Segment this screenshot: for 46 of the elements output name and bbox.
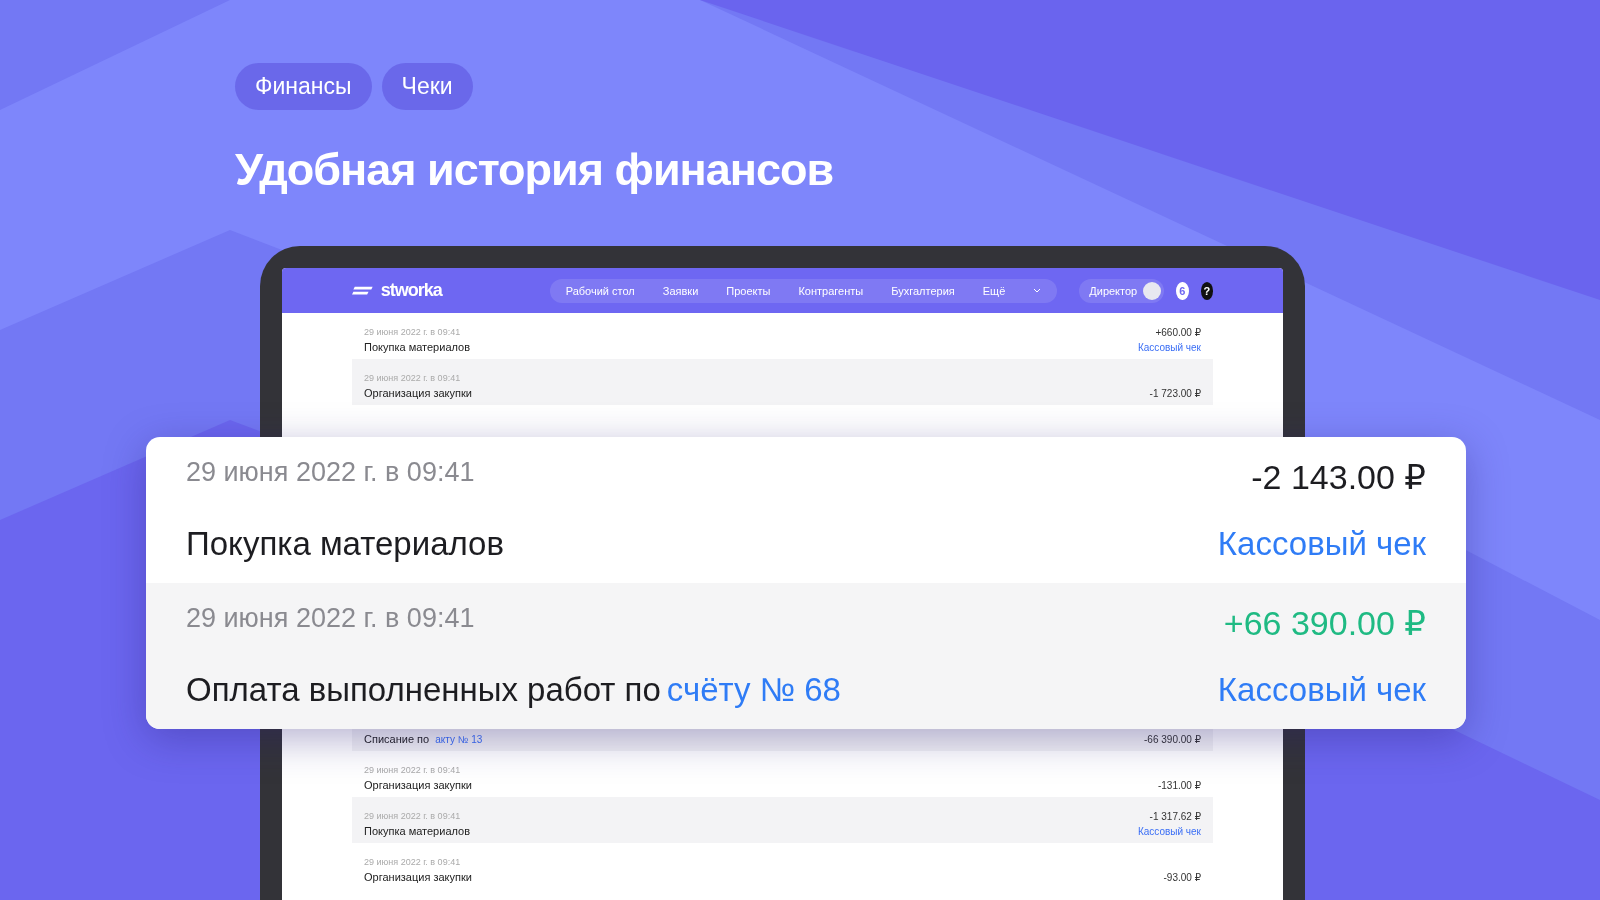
avatar-icon: [1143, 281, 1162, 300]
receipt-link[interactable]: Кассовый чек: [1217, 671, 1426, 709]
nav-link[interactable]: Ещё: [982, 284, 1006, 297]
transaction-date: 29 июня 2022 г. в 09:41: [186, 457, 476, 488]
tag-chip: Чеки: [381, 63, 473, 110]
transaction-date: 29 июня 2022 г. в 09:41: [364, 327, 462, 337]
receipt-link[interactable]: Кассовый чек: [1217, 525, 1426, 563]
transaction-title: Организация закупки: [364, 871, 472, 883]
transaction-date: 29 июня 2022 г. в 09:41: [364, 765, 462, 775]
transaction-title: Оплата выполненных работ по: [186, 671, 661, 709]
transaction-amount: -1 723.00 ₽: [1149, 388, 1201, 399]
help-button[interactable]: ?: [1200, 281, 1213, 300]
nav-link[interactable]: Заявки: [662, 284, 699, 297]
user-menu[interactable]: Директор: [1079, 278, 1165, 303]
transaction-title: Списание по: [364, 733, 430, 745]
transaction-date: 29 июня 2022 г. в 09:41: [186, 603, 476, 634]
nav-link[interactable]: Проекты: [726, 284, 771, 297]
transaction-amount: -66 390.00 ₽: [1144, 734, 1201, 745]
transaction-amount: +660.00 ₽: [1155, 327, 1201, 338]
document-link[interactable]: акту № 13: [435, 734, 483, 745]
transaction-title: Организация закупки: [364, 387, 472, 399]
notification-badge[interactable]: 6: [1176, 281, 1189, 300]
transaction-title: Покупка материалов: [186, 525, 504, 563]
transaction-title: Покупка материалов: [364, 825, 470, 837]
headline: Удобная история финансов: [235, 144, 835, 196]
transaction-title: Покупка материалов: [364, 341, 470, 353]
transaction-date: 29 июня 2022 г. в 09:41: [364, 857, 462, 867]
logo-icon: [352, 284, 373, 297]
chevron-down-icon: [1033, 288, 1042, 293]
transaction-date: 29 июня 2022 г. в 09:41: [364, 811, 462, 821]
nav-link[interactable]: Бухгалтерия: [891, 284, 955, 297]
tag-chip: Финансы: [235, 63, 372, 110]
invoice-link[interactable]: счёту № 68: [666, 671, 841, 709]
receipt-link[interactable]: Кассовый чек: [1137, 826, 1201, 837]
transaction-date: 29 июня 2022 г. в 09:41: [364, 373, 462, 383]
logo-text: stworka: [380, 280, 442, 301]
transaction-title: Организация закупки: [364, 779, 472, 791]
transaction-amount: -131.00 ₽: [1157, 780, 1201, 791]
transaction-amount: -1 317.62 ₽: [1149, 811, 1201, 822]
receipt-link[interactable]: Кассовый чек: [1137, 342, 1201, 353]
nav-link[interactable]: Контрагенты: [798, 284, 864, 297]
transaction-amount: -93.00 ₽: [1163, 872, 1201, 883]
nav-link[interactable]: Рабочий стол: [565, 284, 635, 297]
transaction-amount: -2 143.00 ₽: [1251, 457, 1426, 497]
transaction-amount: +66 390.00 ₽: [1223, 603, 1426, 643]
role-label: Директор: [1089, 284, 1138, 297]
